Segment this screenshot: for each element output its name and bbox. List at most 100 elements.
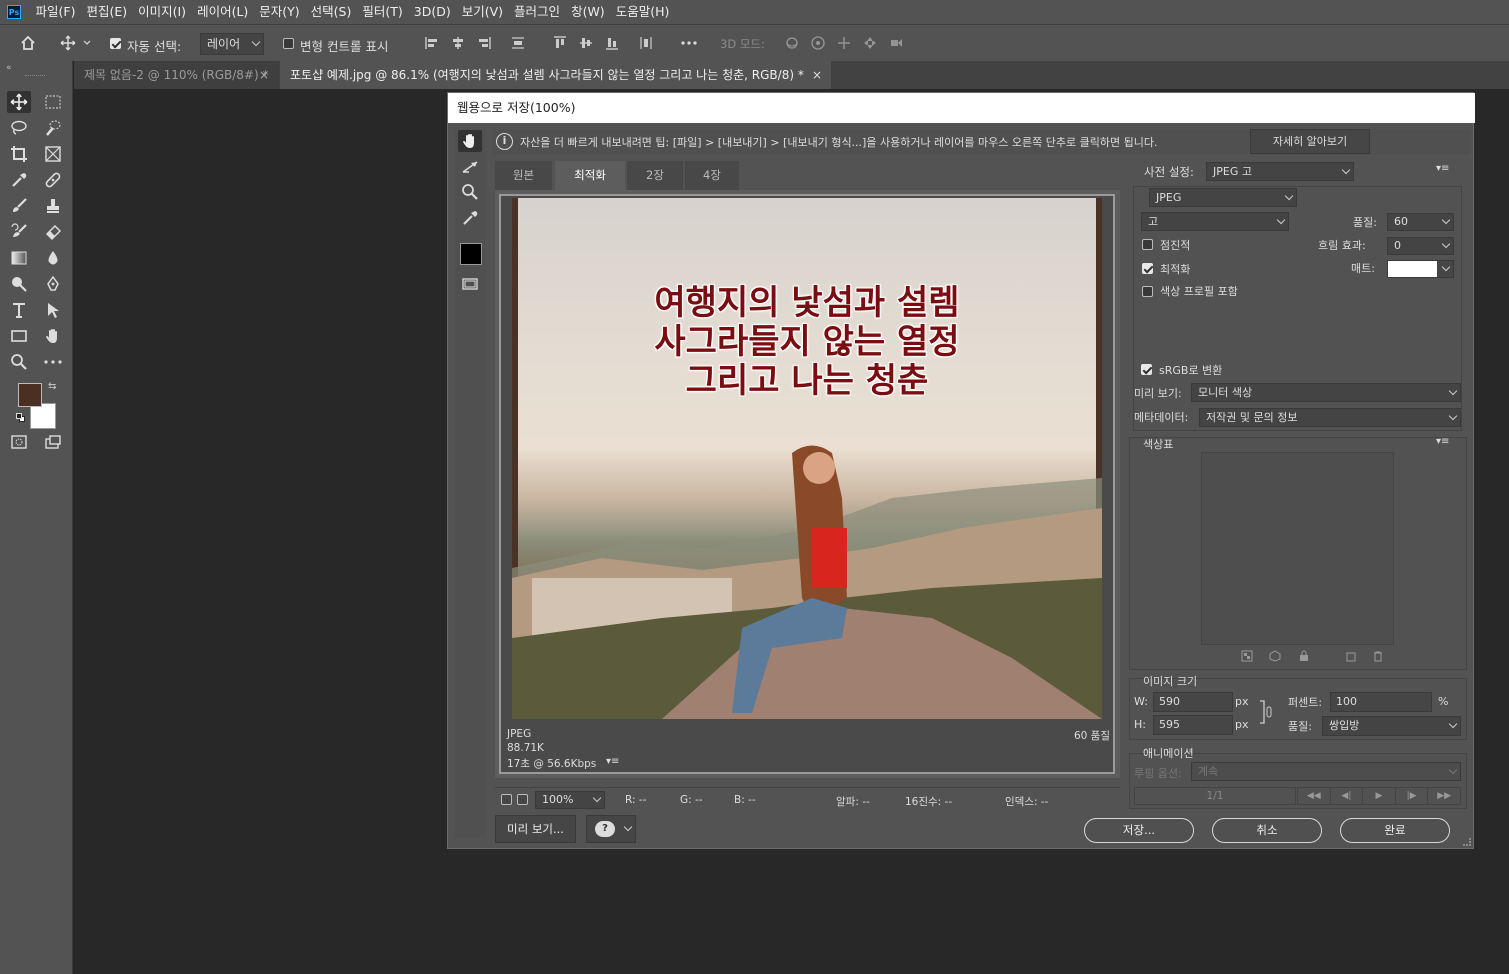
metadata-dropdown[interactable]: 저작권 및 문의 정보: [1199, 408, 1461, 427]
menu-image[interactable]: 이미지(I): [133, 0, 192, 24]
width-input[interactable]: 590: [1153, 692, 1233, 712]
collapse-panel-icon[interactable]: «: [6, 63, 12, 73]
frame-tool[interactable]: [41, 143, 65, 165]
align-center-icon[interactable]: [448, 33, 468, 53]
menu-icon[interactable]: ▾≡: [606, 756, 619, 767]
link-icon[interactable]: [1259, 699, 1273, 725]
path-select-tool[interactable]: [41, 299, 65, 321]
tab-photoshop-example[interactable]: 포토샵 예제.jpg @ 86.1% (여행지의 낯섬과 설렘 사그라들지 않는…: [280, 61, 831, 89]
menu-help[interactable]: 도움말(H): [610, 0, 675, 24]
gradient-tool[interactable]: [7, 247, 31, 269]
zoom-dropdown[interactable]: 100%: [535, 791, 605, 809]
align-top-icon[interactable]: [550, 33, 570, 53]
save-button[interactable]: 저장...: [1084, 818, 1194, 843]
transform-controls-checkbox[interactable]: [283, 38, 294, 49]
menu-select[interactable]: 선택(S): [305, 0, 357, 24]
quick-mask-icon[interactable]: [7, 431, 31, 453]
eyedropper-tool[interactable]: [458, 207, 482, 229]
panel-menu-icon[interactable]: ▾≡: [1436, 163, 1449, 174]
eraser-tool[interactable]: [41, 221, 65, 243]
preview-browser-button[interactable]: 미리 보기...: [495, 815, 576, 843]
zoom-out-icon[interactable]: [501, 794, 512, 805]
menu-plugins[interactable]: 플러그인: [509, 0, 566, 24]
align-right-icon[interactable]: [474, 33, 494, 53]
new-color-icon[interactable]: [1345, 650, 1359, 664]
menu-3d[interactable]: 3D(D): [408, 0, 456, 24]
last-frame-icon[interactable]: ▶▶: [1428, 788, 1460, 804]
distribute-vertical-icon[interactable]: [636, 33, 656, 53]
play-icon[interactable]: ▶: [1363, 788, 1396, 804]
lasso-tool[interactable]: [7, 117, 31, 139]
hand-tool[interactable]: [458, 130, 482, 152]
tab-2up[interactable]: 2장: [627, 161, 683, 190]
resample-dropdown[interactable]: 쌍입방: [1322, 716, 1461, 736]
menu-window[interactable]: 창(W): [566, 0, 611, 24]
toggle-slices-icon[interactable]: [458, 273, 482, 295]
tab-optimized[interactable]: 최적화: [555, 161, 625, 190]
dodge-tool[interactable]: [7, 273, 31, 295]
3d-roll-icon[interactable]: [808, 33, 828, 53]
lock-icon[interactable]: [1298, 650, 1312, 664]
distribute-icon[interactable]: [508, 33, 528, 53]
preset-dropdown[interactable]: JPEG 고: [1206, 162, 1354, 181]
first-frame-icon[interactable]: ◀◀: [1298, 788, 1331, 804]
screen-mode-icon[interactable]: [41, 431, 65, 453]
zoom-tool[interactable]: [458, 181, 482, 203]
more-options-icon[interactable]: [679, 33, 699, 53]
percent-input[interactable]: 100: [1330, 692, 1432, 712]
auto-select-checkbox[interactable]: [110, 38, 121, 49]
healing-brush-tool[interactable]: [41, 169, 65, 191]
matte-dropdown[interactable]: [1387, 260, 1454, 278]
move-tool-icon[interactable]: [58, 33, 78, 53]
pen-tool[interactable]: [41, 273, 65, 295]
color-table-menu-icon[interactable]: ▾≡: [1436, 436, 1449, 447]
menu-filter[interactable]: 필터(T): [357, 0, 408, 24]
home-icon[interactable]: [18, 33, 38, 53]
menu-edit[interactable]: 편집(E): [81, 0, 133, 24]
preview-dropdown[interactable]: 모니터 색상: [1191, 383, 1461, 402]
align-bottom-icon[interactable]: [602, 33, 622, 53]
next-frame-icon[interactable]: |▶: [1396, 788, 1429, 804]
clone-stamp-tool[interactable]: [41, 195, 65, 217]
3d-pan-icon[interactable]: [834, 33, 854, 53]
tab-untitled-2[interactable]: 제목 없음-2 @ 110% (RGB/8#) * ×: [74, 61, 279, 89]
type-tool[interactable]: [7, 299, 31, 321]
marquee-tool[interactable]: [41, 91, 65, 113]
menu-file[interactable]: 파일(F): [30, 0, 81, 24]
align-middle-icon[interactable]: [576, 33, 596, 53]
rectangle-tool[interactable]: [7, 325, 31, 347]
crop-tool[interactable]: [7, 143, 31, 165]
eyedropper-color-swatch[interactable]: [460, 243, 482, 265]
learn-more-button[interactable]: 자세히 알아보기: [1250, 129, 1370, 154]
history-brush-tool[interactable]: [7, 221, 31, 243]
map-colors-icon[interactable]: [1241, 650, 1255, 664]
edit-toolbar-icon[interactable]: [41, 351, 65, 373]
trash-icon[interactable]: [1372, 650, 1386, 664]
default-colors-icon[interactable]: [16, 413, 25, 422]
optimized-checkbox[interactable]: [1142, 263, 1153, 274]
loop-dropdown[interactable]: 계속: [1191, 762, 1461, 781]
srgb-checkbox[interactable]: [1141, 364, 1152, 375]
resize-grip[interactable]: [1463, 838, 1471, 846]
cancel-button[interactable]: 취소: [1212, 818, 1322, 843]
close-icon[interactable]: ×: [259, 61, 269, 89]
height-input[interactable]: 595: [1153, 715, 1233, 735]
3d-scale-icon[interactable]: [886, 33, 906, 53]
embed-profile-checkbox[interactable]: [1142, 286, 1153, 297]
3d-slide-icon[interactable]: [860, 33, 880, 53]
prev-frame-icon[interactable]: ◀|: [1331, 788, 1364, 804]
slice-select-tool[interactable]: [458, 156, 482, 178]
format-dropdown[interactable]: JPEG: [1149, 188, 1297, 207]
tab-4up[interactable]: 4장: [685, 161, 739, 190]
quick-select-tool[interactable]: [41, 117, 65, 139]
blur-tool[interactable]: [41, 247, 65, 269]
compression-dropdown[interactable]: 고: [1141, 212, 1289, 231]
menu-view[interactable]: 보기(V): [456, 0, 508, 24]
auto-select-dropdown[interactable]: 레이어: [200, 33, 264, 55]
3d-orbit-icon[interactable]: [782, 33, 802, 53]
close-icon[interactable]: ×: [812, 61, 822, 89]
tab-original[interactable]: 원본: [495, 161, 552, 190]
web-shift-icon[interactable]: [1269, 650, 1283, 664]
blur-input[interactable]: 0: [1387, 237, 1454, 255]
chevron-down-icon[interactable]: [81, 33, 93, 53]
